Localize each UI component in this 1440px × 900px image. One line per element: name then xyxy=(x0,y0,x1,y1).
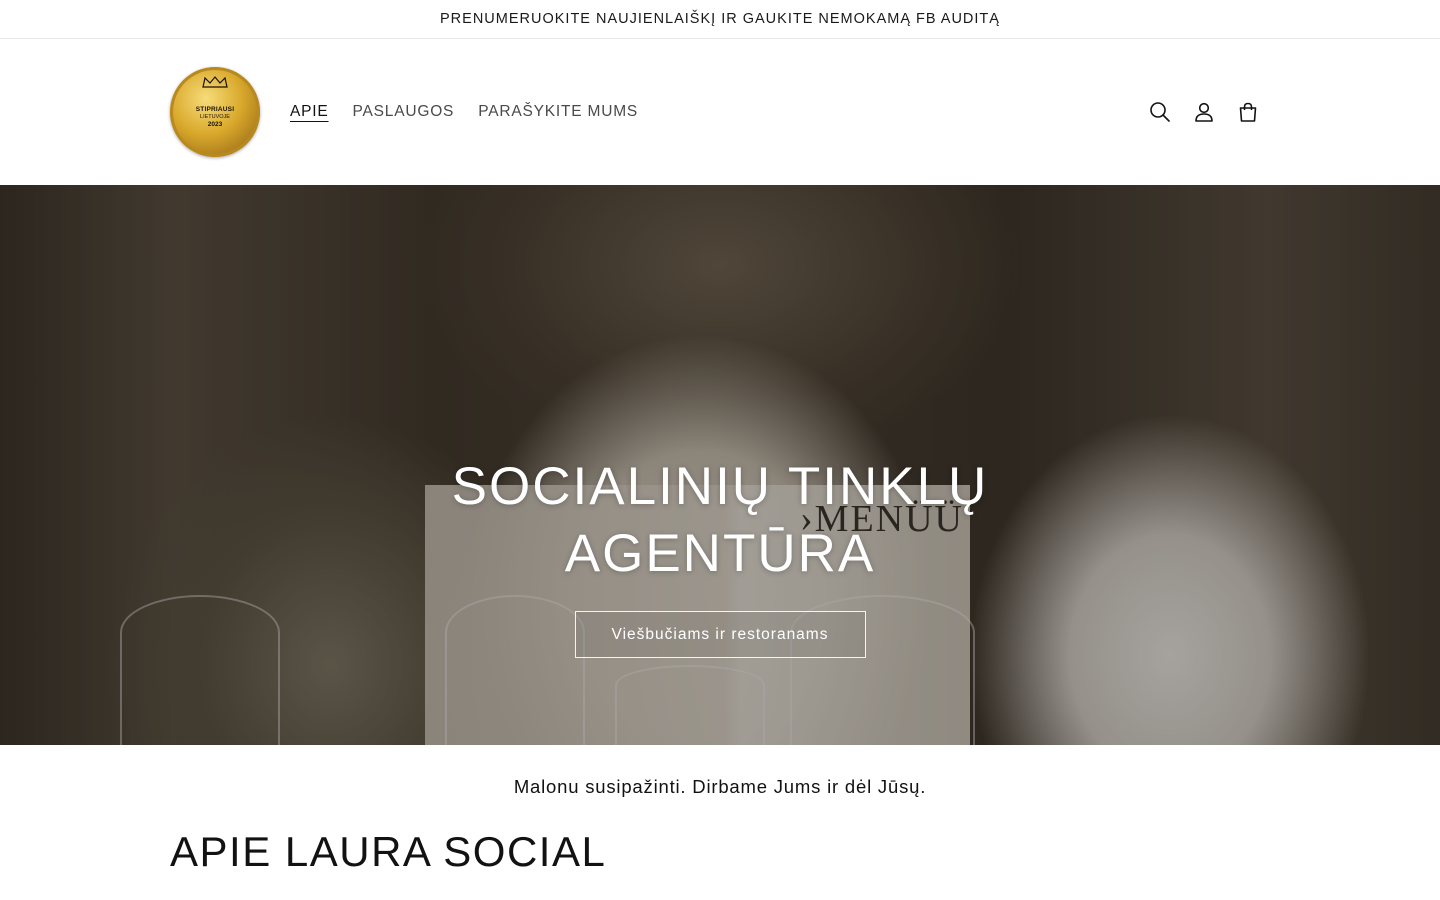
nav-item-parasykite-mums[interactable]: PARAŠYKITE MUMS xyxy=(478,103,638,121)
announcement-bar[interactable]: PRENUMERUOKITE NAUJIENLAIŠKĮ IR GAUKITE … xyxy=(0,0,1440,39)
hero-title-line-2: AGENTŪRA xyxy=(564,524,876,583)
logo-line-3: 2023 xyxy=(207,121,223,128)
hero-title-line-1: SOCIALINIŲ TINKLŲ xyxy=(451,457,989,516)
hero-content: SOCIALINIŲ TINKLŲ AGENTŪRA Viešbučiams i… xyxy=(0,453,1440,658)
cart-button[interactable] xyxy=(1226,90,1270,134)
crown-icon xyxy=(202,76,228,88)
nav-item-paslaugos[interactable]: PASLAUGOS xyxy=(353,103,455,121)
site-header: STIPRIAUSI LIETUVOJE 2023 APIE PASLAUGOS… xyxy=(0,39,1440,185)
hero-title: SOCIALINIŲ TINKLŲ AGENTŪRA xyxy=(452,453,989,587)
about-title: APIE LAURA SOCIAL xyxy=(170,828,607,875)
tagline: Malonu susipažinti. Dirbame Jums ir dėl … xyxy=(513,776,927,797)
nav-item-apie[interactable]: APIE xyxy=(290,103,329,121)
account-button[interactable] xyxy=(1182,90,1226,134)
main-nav: APIE PASLAUGOS PARAŠYKITE MUMS xyxy=(290,103,638,121)
search-button[interactable] xyxy=(1138,90,1182,134)
account-icon xyxy=(1195,102,1213,122)
header-icons xyxy=(1138,90,1270,134)
search-icon xyxy=(1150,102,1170,122)
logo[interactable]: STIPRIAUSI LIETUVOJE 2023 xyxy=(170,67,260,157)
logo-line-2: LIETUVOJE xyxy=(200,114,230,120)
logo-line-1: STIPRIAUSI xyxy=(195,106,235,113)
cart-icon xyxy=(1239,102,1257,122)
hero-cta-button[interactable]: Viešbučiams ir restoranams xyxy=(574,611,866,658)
hero-banner: ›MENÜÜ SOCIALINIŲ TINKLŲ AGENTŪRA Viešbu… xyxy=(0,185,1440,745)
announcement-text: PRENUMERUOKITE NAUJIENLAIŠKĮ IR GAUKITE … xyxy=(440,11,1000,27)
